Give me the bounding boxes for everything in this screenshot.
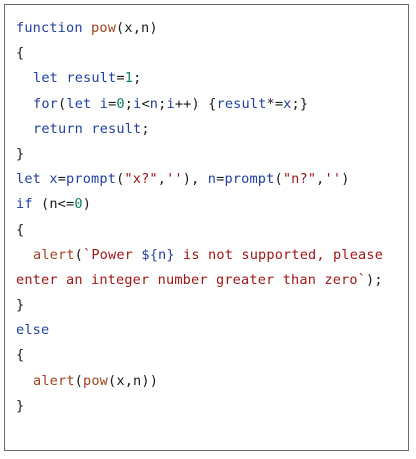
- template-interpolation: ${n}: [141, 246, 175, 263]
- semicolon: ;: [141, 120, 150, 137]
- code-line-2: {: [16, 41, 406, 66]
- params: (x,n): [116, 20, 158, 36]
- keyword-function: function: [16, 20, 83, 36]
- code-block: function pow(x,n) { let result=1; for(le…: [16, 16, 406, 419]
- number-literal: 1: [124, 70, 134, 87]
- code-line-8: if (n<=0): [16, 192, 406, 217]
- operator-assign: =: [57, 171, 67, 188]
- close-brace: }: [16, 145, 25, 162]
- paren: ): [82, 196, 92, 213]
- identifier-result: result: [91, 120, 142, 137]
- keyword-let: let: [33, 70, 59, 87]
- identifier-n: n: [149, 95, 159, 112]
- comma: ,: [316, 171, 325, 188]
- code-line-1: function pow(x,n): [16, 16, 406, 41]
- string-literal: "n?": [282, 171, 317, 188]
- code-line-6: }: [16, 142, 406, 167]
- paren: (: [74, 246, 84, 263]
- number-literal: 0: [74, 196, 83, 213]
- code-line-10: alert(`Power ${n} is not supported, plea…: [16, 243, 406, 268]
- code-line-3: let result=1;: [16, 66, 406, 91]
- identifier-x: x: [283, 95, 292, 112]
- keyword-if: if: [16, 196, 33, 213]
- close-brace: }: [16, 297, 25, 314]
- template-string: enter an integer number greater than zer…: [16, 271, 367, 288]
- paren-semicolon: );: [366, 271, 383, 288]
- semicolon: ;: [124, 95, 134, 112]
- keyword-for: for: [33, 95, 59, 112]
- paren-comma: ),: [182, 171, 208, 188]
- operator-assign: =: [116, 70, 125, 87]
- string-literal: "x?": [124, 171, 158, 188]
- close-brace: }: [16, 397, 25, 414]
- function-call-alert: alert: [33, 246, 75, 263]
- template-string: is not supported, please: [174, 246, 384, 263]
- identifier-result: result: [216, 95, 267, 112]
- paren: (: [74, 372, 84, 389]
- semicolon: ;: [133, 70, 142, 87]
- paren: (: [274, 171, 283, 188]
- function-name-pow: pow: [91, 20, 117, 36]
- paren: ): [341, 171, 350, 188]
- open-brace: {: [16, 347, 25, 364]
- identifier-x: x: [49, 171, 58, 188]
- operator-lt: <: [141, 95, 150, 112]
- keyword-return: return: [33, 120, 84, 137]
- string-literal: '': [324, 171, 342, 188]
- args: (x,n)): [108, 372, 159, 389]
- keyword-let: let: [16, 171, 42, 188]
- code-line-7: let x=prompt("x?",''), n=prompt("n?",''): [16, 167, 406, 192]
- open-brace: {: [16, 45, 25, 62]
- code-line-13: else: [16, 318, 406, 343]
- function-call-alert: alert: [33, 372, 75, 389]
- code-snippet-frame: function pow(x,n) { let result=1; for(le…: [4, 4, 409, 451]
- close-brace: ;}: [291, 95, 309, 112]
- operator-mul-assign: *=: [266, 95, 284, 112]
- code-line-12: }: [16, 293, 406, 318]
- identifier-result: result: [66, 70, 117, 87]
- code-line-9: {: [16, 218, 406, 243]
- code-line-15: alert(pow(x,n)): [16, 369, 406, 394]
- increment-brace: ++) {: [174, 95, 217, 112]
- keyword-let: let: [66, 95, 92, 112]
- open-brace: {: [16, 221, 25, 238]
- identifier-i: i: [99, 95, 109, 112]
- identifier-n: n: [207, 171, 217, 188]
- function-call-prompt: prompt: [66, 171, 117, 188]
- code-line-5: return result;: [16, 117, 406, 142]
- function-call-pow: pow: [83, 372, 109, 389]
- condition: (n<=: [41, 196, 75, 213]
- function-call-prompt: prompt: [224, 171, 275, 188]
- code-line-16: }: [16, 394, 406, 419]
- code-line-11: enter an integer number greater than zer…: [16, 268, 406, 293]
- string-literal: '': [166, 171, 183, 188]
- code-line-14: {: [16, 343, 406, 368]
- keyword-else: else: [16, 322, 50, 339]
- code-line-4: for(let i=0;i<n;i++) {result*=x;}: [16, 92, 406, 117]
- template-string: `Power: [83, 246, 142, 263]
- number-literal: 0: [116, 95, 125, 112]
- comma: ,: [157, 171, 167, 188]
- identifier-i: i: [166, 95, 175, 112]
